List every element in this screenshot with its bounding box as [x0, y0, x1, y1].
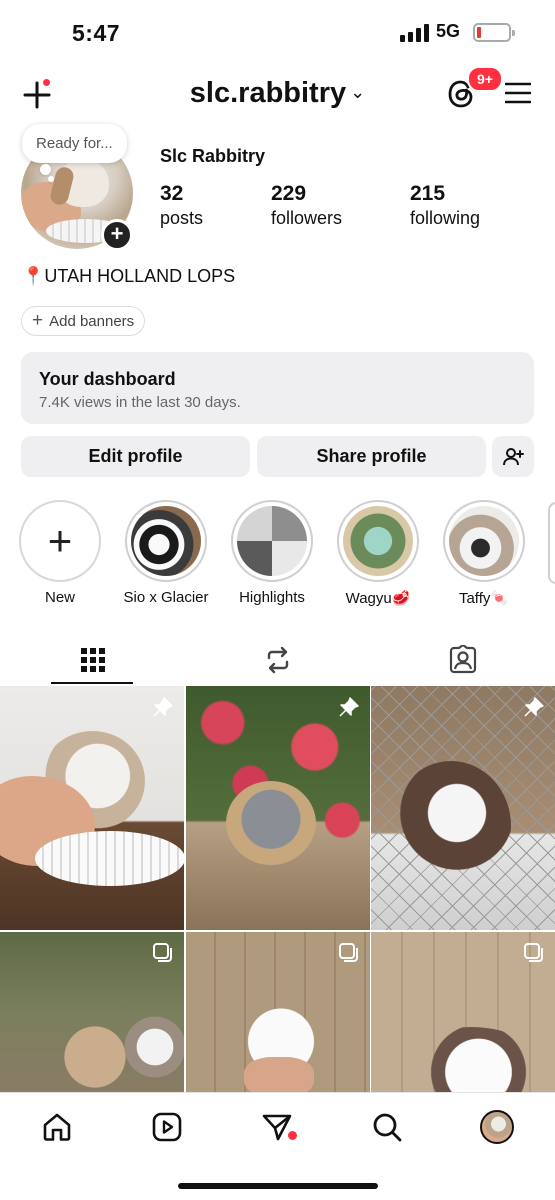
following-stat[interactable]: 215 following — [410, 182, 480, 229]
pin-emoji: 📍 — [22, 266, 45, 286]
home-icon — [43, 1113, 71, 1141]
grid-post[interactable] — [371, 686, 555, 930]
grid-post[interactable] — [186, 686, 370, 930]
followers-stat[interactable]: 229 followers — [271, 182, 342, 229]
add-banners-button[interactable]: + Add banners — [21, 306, 146, 336]
edit-profile-button[interactable]: Edit profile — [21, 436, 250, 477]
pin-icon — [153, 697, 173, 717]
carousel-icon — [524, 943, 543, 962]
plus-icon: + — [32, 310, 44, 331]
search-icon — [373, 1113, 402, 1142]
highlight-item[interactable]: Sio x Glacier — [116, 500, 216, 606]
display-name: Slc Rabbitry — [160, 146, 266, 166]
discover-people-button[interactable] — [492, 436, 534, 477]
username: slc.rabbitry — [189, 77, 347, 109]
profile-note[interactable]: Ready for... — [22, 124, 127, 163]
chevron-down-icon: ⌄ — [350, 82, 366, 102]
tagged-icon — [449, 645, 476, 674]
active-tab-indicator — [51, 682, 133, 684]
threads-badge: 9+ — [467, 66, 503, 92]
carousel-icon — [153, 943, 172, 962]
carousel-icon — [339, 943, 358, 962]
tab-tagged[interactable] — [370, 635, 555, 685]
status-bar: 5:47 5G — [0, 0, 555, 62]
add-person-icon — [503, 447, 524, 465]
network-label: 5G — [436, 21, 461, 41]
battery-icon — [473, 23, 515, 42]
highlight-new[interactable]: + New — [10, 500, 110, 606]
dashboard-card[interactable]: Your dashboard 7.4K views in the last 30… — [21, 352, 534, 424]
dashboard-title: Your dashboard — [39, 369, 176, 389]
nav-messages[interactable] — [259, 1109, 295, 1145]
home-indicator — [178, 1183, 378, 1189]
add-story-button[interactable]: + — [101, 219, 133, 251]
profile-avatar — [480, 1110, 514, 1144]
status-time: 5:47 — [72, 20, 121, 46]
nav-profile[interactable] — [479, 1109, 515, 1145]
signal-icon — [400, 22, 429, 42]
nav-search[interactable] — [369, 1109, 405, 1145]
grid-post[interactable] — [0, 686, 184, 930]
highlight-item[interactable]: Taffy🍬 — [434, 500, 534, 607]
pin-icon — [524, 697, 544, 717]
share-profile-button[interactable]: Share profile — [257, 436, 486, 477]
dashboard-subtitle: 7.4K views in the last 30 days. — [39, 394, 241, 411]
grid-icon — [80, 648, 105, 672]
hamburger-menu-icon[interactable] — [505, 82, 531, 104]
pin-icon — [339, 697, 359, 717]
plus-icon: + — [19, 500, 101, 582]
nav-home[interactable] — [39, 1109, 75, 1145]
posts-stat[interactable]: 32 posts — [160, 182, 203, 229]
messages-dot — [288, 1131, 297, 1140]
profile-header: slc.rabbitry ⌄ 9+ — [0, 64, 555, 124]
tab-reposts[interactable] — [185, 635, 370, 685]
tab-grid[interactable] — [0, 635, 185, 685]
bio: 📍UTAH HOLLAND LOPS — [22, 266, 235, 287]
profile-tabs — [0, 635, 555, 685]
reels-repost-icon — [267, 646, 288, 674]
nav-reels[interactable] — [149, 1109, 185, 1145]
reels-icon — [152, 1112, 182, 1142]
highlight-item[interactable]: Wagyu🥩 — [328, 500, 428, 607]
highlight-item[interactable]: Highlights — [222, 500, 322, 606]
bio-text: UTAH HOLLAND LOPS — [44, 266, 236, 286]
